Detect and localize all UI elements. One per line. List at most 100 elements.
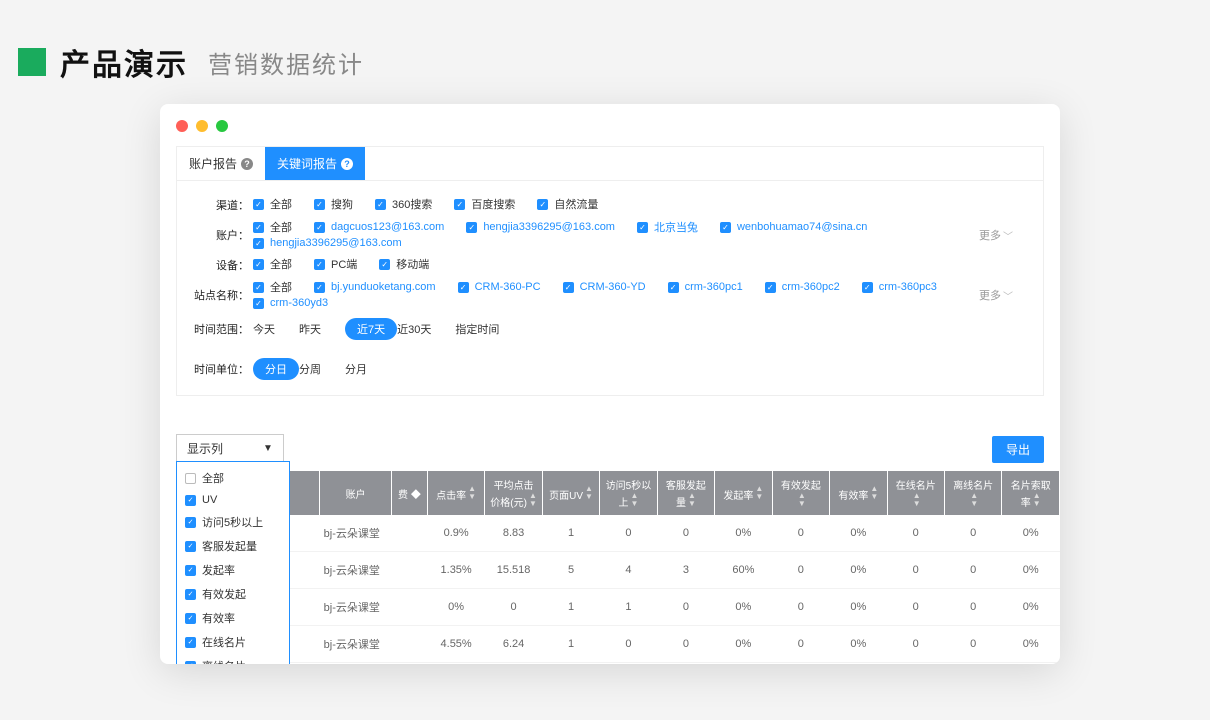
checkbox-icon: ✓ xyxy=(466,222,477,233)
dropdown-item[interactable]: ✓离线名片 xyxy=(177,654,289,664)
filter-option[interactable]: ✓crm-360pc1 xyxy=(668,281,743,293)
column-header[interactable]: 费 ◆ xyxy=(391,471,427,515)
export-button[interactable]: 导出 xyxy=(992,436,1044,463)
window-controls xyxy=(160,120,1060,146)
checkbox-icon: ✓ xyxy=(185,495,196,506)
sort-icon[interactable]: ▲▼ xyxy=(529,492,537,508)
filter-option[interactable]: ✓全部 xyxy=(253,219,292,235)
filter-option[interactable]: ✓搜狗 xyxy=(314,196,353,212)
app-window: 账户报告 ? 关键词报告 ? 渠道： ✓全部✓搜狗✓360搜索✓百度搜索✓自然流… xyxy=(160,104,1060,664)
sort-icon[interactable]: ▲▼ xyxy=(913,492,921,508)
column-header[interactable]: 在线名片▲▼ xyxy=(887,471,944,515)
checkbox-icon: ✓ xyxy=(458,282,469,293)
checkbox-icon: ✓ xyxy=(253,238,264,249)
sort-icon[interactable]: ▲▼ xyxy=(688,492,696,508)
maximize-icon[interactable] xyxy=(216,120,228,132)
filter-timeunit: 时间单位： 分日分周分月 xyxy=(193,355,1027,383)
filter-option[interactable]: ✓hengjia3396295@163.com xyxy=(466,221,615,233)
sort-icon[interactable]: ▲▼ xyxy=(970,492,978,508)
help-icon[interactable]: ? xyxy=(341,158,353,170)
unit-option-active[interactable]: 分日 xyxy=(253,358,299,380)
filter-option[interactable]: ✓全部 xyxy=(253,196,292,212)
sort-icon[interactable]: ▲▼ xyxy=(631,492,639,508)
time-option[interactable]: 今天 xyxy=(253,321,275,337)
dropdown-item[interactable]: ✓有效发起 xyxy=(177,582,289,606)
column-dropdown: 全部✓UV✓访问5秒以上✓客服发起量✓发起率✓有效发起✓有效率✓在线名片✓离线名… xyxy=(176,461,290,664)
filter-timerange: 时间范围： 今天昨天近7天近30天指定时间 xyxy=(193,315,1027,343)
checkbox-icon: ✓ xyxy=(454,199,465,210)
time-option[interactable]: 昨天 xyxy=(299,321,321,337)
column-header[interactable]: 平均点击价格(元)▲▼ xyxy=(485,471,542,515)
sort-icon[interactable]: ▲▼ xyxy=(585,485,593,501)
filter-option[interactable]: ✓全部 xyxy=(253,256,292,272)
report-panel: 账户报告 ? 关键词报告 ? 渠道： ✓全部✓搜狗✓360搜索✓百度搜索✓自然流… xyxy=(176,146,1044,396)
filter-option[interactable]: ✓crm-360pc2 xyxy=(765,281,840,293)
table-row: 夏 bj-云朵课堂 4.55%6.24100 0%00%000% xyxy=(176,626,1060,663)
time-option[interactable]: 指定时间 xyxy=(455,321,499,337)
close-icon[interactable] xyxy=(176,120,188,132)
column-header[interactable]: 访问5秒以上▲▼ xyxy=(600,471,657,515)
column-header[interactable]: 名片索取率▲▼ xyxy=(1002,471,1060,515)
dropdown-item[interactable]: 全部 xyxy=(177,466,289,490)
filter-option[interactable]: ✓北京当兔 xyxy=(637,219,698,235)
table-row: 夏 bj-云朵课堂 0%0110 0%00%000% xyxy=(176,589,1060,626)
dropdown-item[interactable]: ✓发起率 xyxy=(177,558,289,582)
filter-option[interactable]: ✓hengjia3396295@163.com xyxy=(253,237,402,249)
checkbox-icon: ✓ xyxy=(765,282,776,293)
filter-option[interactable]: ✓360搜索 xyxy=(375,196,432,212)
column-header[interactable]: 离线名片▲▼ xyxy=(944,471,1001,515)
dropdown-item[interactable]: ✓UV xyxy=(177,490,289,510)
checkbox-icon: ✓ xyxy=(185,565,196,576)
help-icon[interactable]: ? xyxy=(241,158,253,170)
filter-option[interactable]: ✓CRM-360-YD xyxy=(563,281,646,293)
sort-icon[interactable]: ▲▼ xyxy=(798,492,806,508)
filter-device: 设备： ✓全部✓PC端✓移动端 xyxy=(193,251,1027,279)
tab-account-report[interactable]: 账户报告 ? xyxy=(177,147,265,180)
checkbox-icon: ✓ xyxy=(537,199,548,210)
select-label: 显示列 xyxy=(187,440,223,457)
filter-option[interactable]: ✓全部 xyxy=(253,279,292,295)
page-subtitle: 营销数据统计 xyxy=(208,45,364,80)
filter-option[interactable]: ✓移动端 xyxy=(379,256,429,272)
sort-icon[interactable]: ▲▼ xyxy=(870,485,878,501)
sort-icon[interactable]: ▲▼ xyxy=(1033,492,1041,508)
tab-label: 账户报告 xyxy=(189,155,237,172)
dropdown-item[interactable]: ✓有效率 xyxy=(177,606,289,630)
column-header[interactable]: 点击率▲▼ xyxy=(427,471,484,515)
checkbox-icon: ✓ xyxy=(668,282,679,293)
minimize-icon[interactable] xyxy=(196,120,208,132)
column-header[interactable]: 发起率▲▼ xyxy=(715,471,772,515)
filter-option[interactable]: ✓dagcuos123@163.com xyxy=(314,221,444,233)
data-table: 账户费 ◆点击率▲▼平均点击价格(元)▲▼页面UV▲▼访问5秒以上▲▼客服发起量… xyxy=(176,471,1060,664)
filter-option[interactable]: ✓自然流量 xyxy=(537,196,598,212)
filter-option[interactable]: ✓百度搜索 xyxy=(454,196,515,212)
filter-option[interactable]: ✓crm-360pc3 xyxy=(862,281,937,293)
unit-option[interactable]: 分月 xyxy=(345,361,367,377)
page-header: 产品演示 营销数据统计 xyxy=(0,0,1210,104)
actions-row: 显示列 ▼ 全部✓UV✓访问5秒以上✓客服发起量✓发起率✓有效发起✓有效率✓在线… xyxy=(160,396,1060,471)
column-header[interactable]: 客服发起量▲▼ xyxy=(657,471,714,515)
unit-option[interactable]: 分周 xyxy=(299,361,321,377)
dropdown-item[interactable]: ✓访问5秒以上 xyxy=(177,510,289,534)
dropdown-item[interactable]: ✓客服发起量 xyxy=(177,534,289,558)
column-header[interactable]: 有效发起▲▼ xyxy=(772,471,829,515)
column-select[interactable]: 显示列 ▼ 全部✓UV✓访问5秒以上✓客服发起量✓发起率✓有效发起✓有效率✓在线… xyxy=(176,434,284,463)
column-header[interactable]: 页面UV▲▼ xyxy=(542,471,599,515)
more-link[interactable]: 更多﹀ xyxy=(979,287,1013,303)
filter-option[interactable]: ✓crm-360yd3 xyxy=(253,297,328,309)
filter-option[interactable]: ✓PC端 xyxy=(314,256,357,272)
checkbox-icon: ✓ xyxy=(637,222,648,233)
filter-option[interactable]: ✓wenbohuamao74@sina.cn xyxy=(720,221,867,233)
sort-icon[interactable]: ▲▼ xyxy=(755,485,763,501)
dropdown-item[interactable]: ✓在线名片 xyxy=(177,630,289,654)
time-option-active[interactable]: 近7天 xyxy=(345,318,397,340)
checkbox-icon: ✓ xyxy=(185,613,196,624)
column-header[interactable]: 有效率▲▼ xyxy=(830,471,887,515)
tab-keyword-report[interactable]: 关键词报告 ? xyxy=(265,147,365,180)
filter-option[interactable]: ✓CRM-360-PC xyxy=(458,281,541,293)
time-option[interactable]: 近30天 xyxy=(397,321,431,337)
filter-option[interactable]: ✓bj.yunduoketang.com xyxy=(314,281,436,293)
column-header[interactable]: 账户 xyxy=(320,471,392,515)
more-link[interactable]: 更多﹀ xyxy=(979,227,1013,243)
sort-icon[interactable]: ▲▼ xyxy=(468,485,476,501)
